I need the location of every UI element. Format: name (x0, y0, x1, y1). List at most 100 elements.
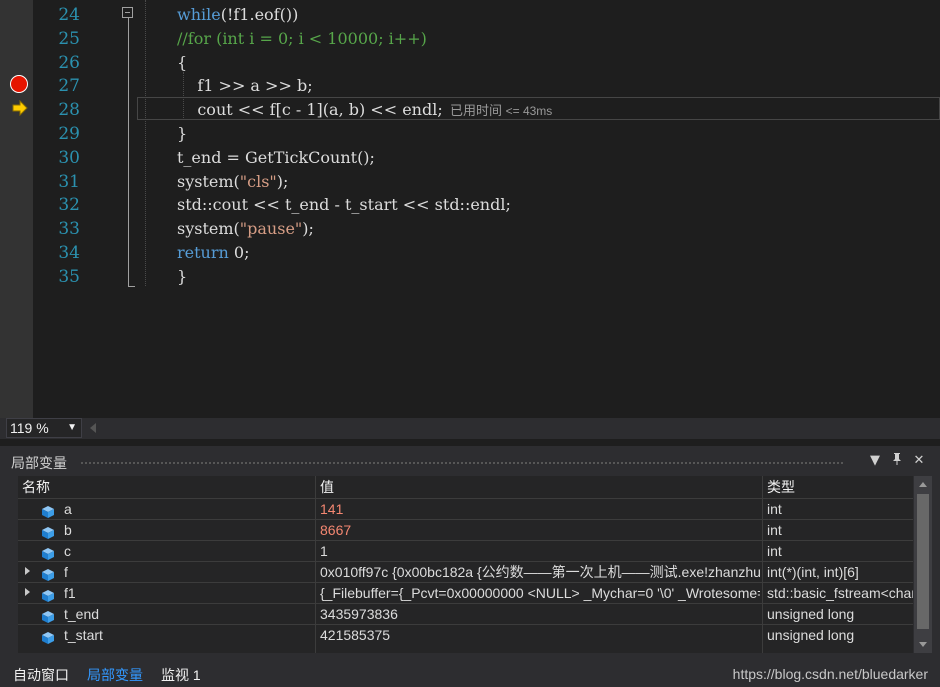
variable-cube-icon (42, 503, 54, 518)
code-line[interactable]: 25 //for (int i = 0; i < 10000; i++) (0, 27, 940, 51)
code-text[interactable]: f1 >> a >> b; (177, 74, 312, 98)
variable-value[interactable]: 1 (320, 541, 760, 561)
perf-tip-value: <= 43ms (505, 104, 553, 119)
variable-type: int(*)(int, int)[6] (767, 564, 859, 580)
code-line[interactable]: 30 t_end = GetTickCount(); (0, 146, 940, 170)
column-separator[interactable] (762, 476, 763, 653)
code-line[interactable]: 24 while(!f1.eof()) (0, 3, 940, 27)
expand-icon[interactable] (25, 567, 30, 575)
variable-cube-icon (42, 524, 54, 539)
zoom-dropdown[interactable]: 119 % ▼ (6, 418, 82, 438)
variable-name: c (64, 543, 71, 559)
scroll-left-icon[interactable] (90, 423, 96, 433)
code-text[interactable]: t_end = GetTickCount(); (177, 146, 375, 170)
variable-type: int (767, 543, 782, 559)
line-number: 27 (58, 76, 80, 97)
locals-row[interactable]: c 1 int (18, 540, 913, 561)
title-grip[interactable] (80, 461, 845, 465)
scroll-up-icon[interactable] (919, 482, 927, 487)
code-line[interactable]: 32 std::cout << t_end - t_start << std::e… (0, 193, 940, 217)
variable-name: t_start (64, 627, 103, 643)
zoom-value: 119 % (10, 420, 49, 436)
line-number: 31 (58, 171, 80, 192)
variable-value[interactable]: 0x010ff97c {0x00bc182a {公约数——第一次上机——测试.e… (320, 562, 760, 582)
scrollbar-thumb[interactable] (917, 494, 929, 629)
line-number: 26 (58, 52, 80, 73)
code-text[interactable]: } (177, 265, 187, 289)
line-number: 28 (58, 100, 80, 121)
line-number: 32 (58, 195, 80, 216)
locals-grid: 名称 值 类型 a 141 int b 8667 int c 1 int f 0x010ff97c … (18, 476, 913, 653)
variable-value[interactable]: 8667 (320, 520, 760, 540)
code-line[interactable]: 31 system("cls"); (0, 170, 940, 194)
line-number: 25 (58, 28, 80, 49)
editor-zoom-bar: 119 % ▼ (0, 418, 940, 439)
variable-cube-icon (42, 608, 54, 623)
variable-type: int (767, 501, 782, 517)
code-line[interactable]: 29} (0, 122, 940, 146)
variable-name: f (64, 564, 68, 580)
variable-name: t_end (64, 606, 100, 622)
code-line[interactable]: 33 system("pause"); (0, 217, 940, 241)
variable-value[interactable]: 141 (320, 499, 760, 519)
variable-cube-icon (42, 566, 54, 581)
variable-cube-icon (42, 629, 54, 644)
code-line[interactable]: 26 { (0, 51, 940, 75)
column-header-value[interactable]: 值 (320, 476, 334, 498)
tab-watch-1[interactable]: 监视 1 (156, 664, 206, 687)
tab-locals[interactable]: 局部变量 (82, 664, 148, 687)
code-text[interactable]: } (177, 122, 187, 146)
code-text[interactable]: return 0; (177, 241, 249, 265)
expand-icon[interactable] (25, 588, 30, 596)
line-number: 24 (58, 5, 80, 25)
dropdown-icon: ▼ (67, 422, 77, 433)
locals-row[interactable]: f 0x010ff97c {0x00bc182a {公约数——第一次上机——测试.… (18, 561, 913, 582)
code-line[interactable]: 35} (0, 265, 940, 289)
code-text[interactable]: std::cout << t_end - t_start << std::end… (177, 193, 511, 217)
column-header-name[interactable]: 名称 (22, 476, 50, 498)
locals-panel: 局部变量 ▼ ✕ 名称 值 类型 a 141 int b 8667 int c 1 int f 0x… (0, 446, 940, 687)
code-line[interactable]: 27 f1 >> a >> b; (0, 74, 940, 98)
variable-name: f1 (64, 585, 76, 601)
line-number: 35 (58, 266, 80, 287)
tab-autos[interactable]: 自动窗口 (8, 664, 74, 687)
close-icon[interactable]: ✕ (910, 452, 928, 470)
variable-cube-icon (42, 545, 54, 560)
code-text[interactable]: cout << f[c - 1](a, b) << endl; 已用时间 <= … (177, 98, 552, 123)
locals-row[interactable]: t_start 421585375 unsigned long (18, 624, 913, 645)
panel-title-bar: 局部变量 ▼ ✕ (0, 450, 940, 472)
code-editor[interactable]: 24 while(!f1.eof()) 25 //for (int i = 0; i … (0, 0, 940, 418)
code-line[interactable]: 34 return 0; (0, 241, 940, 265)
line-number: 30 (58, 147, 80, 168)
locals-row[interactable]: f1 {_Filebuffer={_Pcvt=0x00000000 <NULL> … (18, 582, 913, 603)
code-text[interactable]: while(!f1.eof()) (177, 3, 298, 27)
perf-tip[interactable]: 已用时间 <= 43ms (443, 103, 553, 119)
code-text[interactable]: system("cls"); (177, 170, 288, 194)
variable-cube-icon (42, 587, 54, 602)
code-text[interactable]: { (177, 51, 187, 75)
locals-row[interactable]: b 8667 int (18, 519, 913, 540)
variable-type: std::basic_fstream<char,std::char_traits… (767, 585, 913, 601)
pin-icon[interactable] (888, 452, 906, 470)
variable-name: b (64, 522, 72, 538)
locals-row[interactable]: t_end 3435973836 unsigned long (18, 603, 913, 624)
dropdown-icon[interactable]: ▼ (866, 452, 884, 470)
code-line[interactable]: 28 cout << f[c - 1](a, b) << endl; 已用时间 … (0, 98, 940, 122)
line-number: 29 (58, 124, 80, 144)
vertical-scrollbar[interactable] (914, 476, 932, 653)
code-text[interactable]: system("pause"); (177, 217, 314, 241)
panel-title: 局部变量 (11, 455, 67, 471)
column-header-type[interactable]: 类型 (767, 476, 795, 498)
variable-type: unsigned long (767, 627, 855, 643)
variable-value[interactable]: {_Filebuffer={_Pcvt=0x00000000 <NULL> _M… (320, 583, 760, 603)
variable-value[interactable]: 3435973836 (320, 604, 760, 624)
locals-row[interactable]: a 141 int (18, 498, 913, 519)
variable-type: int (767, 522, 782, 538)
variable-type: unsigned long (767, 606, 855, 622)
column-separator[interactable] (315, 476, 316, 653)
variable-value[interactable]: 421585375 (320, 625, 760, 645)
code-text[interactable]: //for (int i = 0; i < 10000; i++) (177, 27, 427, 51)
watermark: https://blog.csdn.net/bluedarker (732, 666, 928, 682)
debug-window-tabs: 自动窗口 局部变量 监视 1 https://blog.csdn.net/blu… (0, 664, 940, 687)
scroll-down-icon[interactable] (919, 642, 927, 647)
